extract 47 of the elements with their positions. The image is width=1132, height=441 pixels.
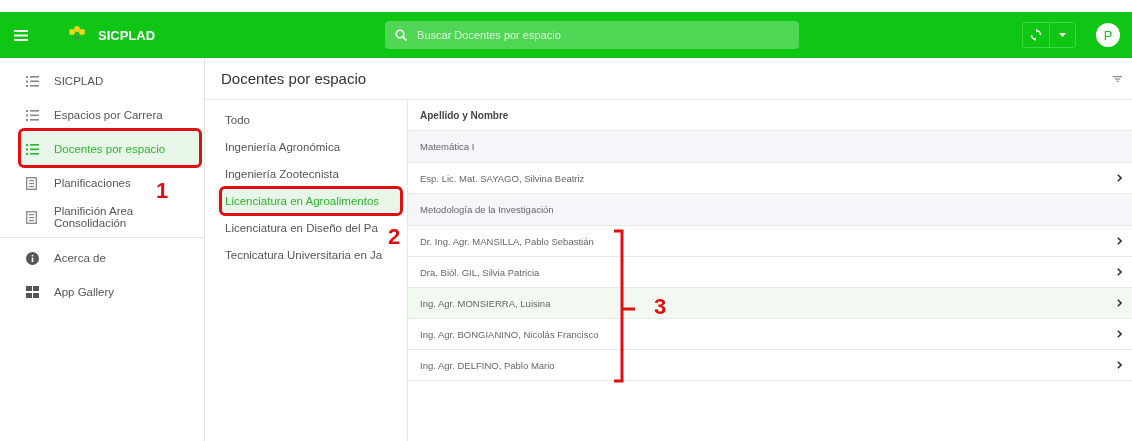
list-icon bbox=[26, 143, 39, 155]
table-cell: Dr. Ing. Agr. MANSILLA, Pablo Sebastián bbox=[420, 235, 594, 247]
column-header: Apellido y Nombre bbox=[420, 109, 509, 121]
chevron-right-icon bbox=[1117, 330, 1122, 338]
table-cell: Ing. Agr. DELFINO, Pablo Mario bbox=[420, 359, 555, 371]
document-icon bbox=[26, 210, 37, 224]
grid-icon bbox=[26, 286, 39, 298]
search-icon bbox=[395, 29, 408, 41]
chevron-right-icon bbox=[1117, 237, 1122, 245]
step-number: 2 bbox=[388, 226, 401, 248]
document-icon bbox=[26, 176, 37, 190]
sync-icon bbox=[1030, 29, 1042, 41]
table-cell: Metodología de la Investigación bbox=[420, 204, 554, 215]
degree-item[interactable]: Ingeniería Agronómica bbox=[217, 136, 345, 158]
chevron-right-icon bbox=[1117, 174, 1122, 182]
degree-item[interactable]: Todo bbox=[217, 109, 254, 131]
table-cell: Dra. Biól. GIL, Silvia Patricia bbox=[420, 266, 540, 278]
list-icon bbox=[26, 75, 39, 87]
table-cell: Esp. Lic. Mat. SAYAGO, Silvina Beatriz bbox=[420, 172, 585, 184]
list-icon bbox=[26, 109, 39, 121]
table-cell: Ing. Agr. MONSIERRA, Luisina bbox=[420, 297, 551, 309]
caret-icon bbox=[1059, 33, 1066, 37]
info-icon bbox=[26, 251, 39, 265]
page-title: Docentes por espacio bbox=[221, 70, 367, 87]
sidebar-item[interactable]: App Gallery bbox=[18, 275, 125, 309]
search-field[interactable]: Buscar Docentes por espacio bbox=[385, 21, 800, 49]
table-cell: Matemática I bbox=[420, 141, 475, 152]
sidebar-item[interactable]: Espacios por Carrera bbox=[18, 98, 173, 132]
table-row[interactable]: Ing. Agr. BONGIANINO, Nicolás Francisco bbox=[408, 319, 1132, 350]
filter-icon[interactable] bbox=[1113, 75, 1122, 82]
table-row[interactable]: Ing. Agr. DELFINO, Pablo Mario bbox=[408, 350, 1132, 381]
sidebar-item[interactable]: Planificaciones bbox=[18, 166, 141, 200]
degree-item[interactable]: Ingeniería Zootecnista bbox=[217, 163, 343, 185]
degree-item[interactable]: Licenciatura en Diseño del Pa bbox=[217, 217, 382, 239]
degree-item[interactable]: Tecnicatura Universitaria en Ja bbox=[217, 244, 387, 266]
table-row[interactable]: Dr. Ing. Agr. MANSILLA, Pablo Sebastián bbox=[408, 226, 1132, 257]
sidebar-item[interactable]: Acerca de bbox=[18, 241, 116, 275]
chevron-right-icon bbox=[1117, 268, 1122, 276]
step-number: 1 bbox=[156, 180, 169, 202]
sidebar-item[interactable]: SICPLAD bbox=[18, 64, 114, 98]
app-title: SICPLAD bbox=[98, 27, 156, 43]
table-cell: Ing. Agr. BONGIANINO, Nicolás Francisco bbox=[420, 328, 599, 340]
step-number: 3 bbox=[654, 296, 667, 318]
chevron-right-icon bbox=[1117, 361, 1122, 369]
chevron-right-icon bbox=[1117, 299, 1122, 307]
sidebar-item[interactable]: Planifición Area Consolidación bbox=[18, 200, 194, 234]
menu-icon[interactable] bbox=[14, 29, 28, 41]
